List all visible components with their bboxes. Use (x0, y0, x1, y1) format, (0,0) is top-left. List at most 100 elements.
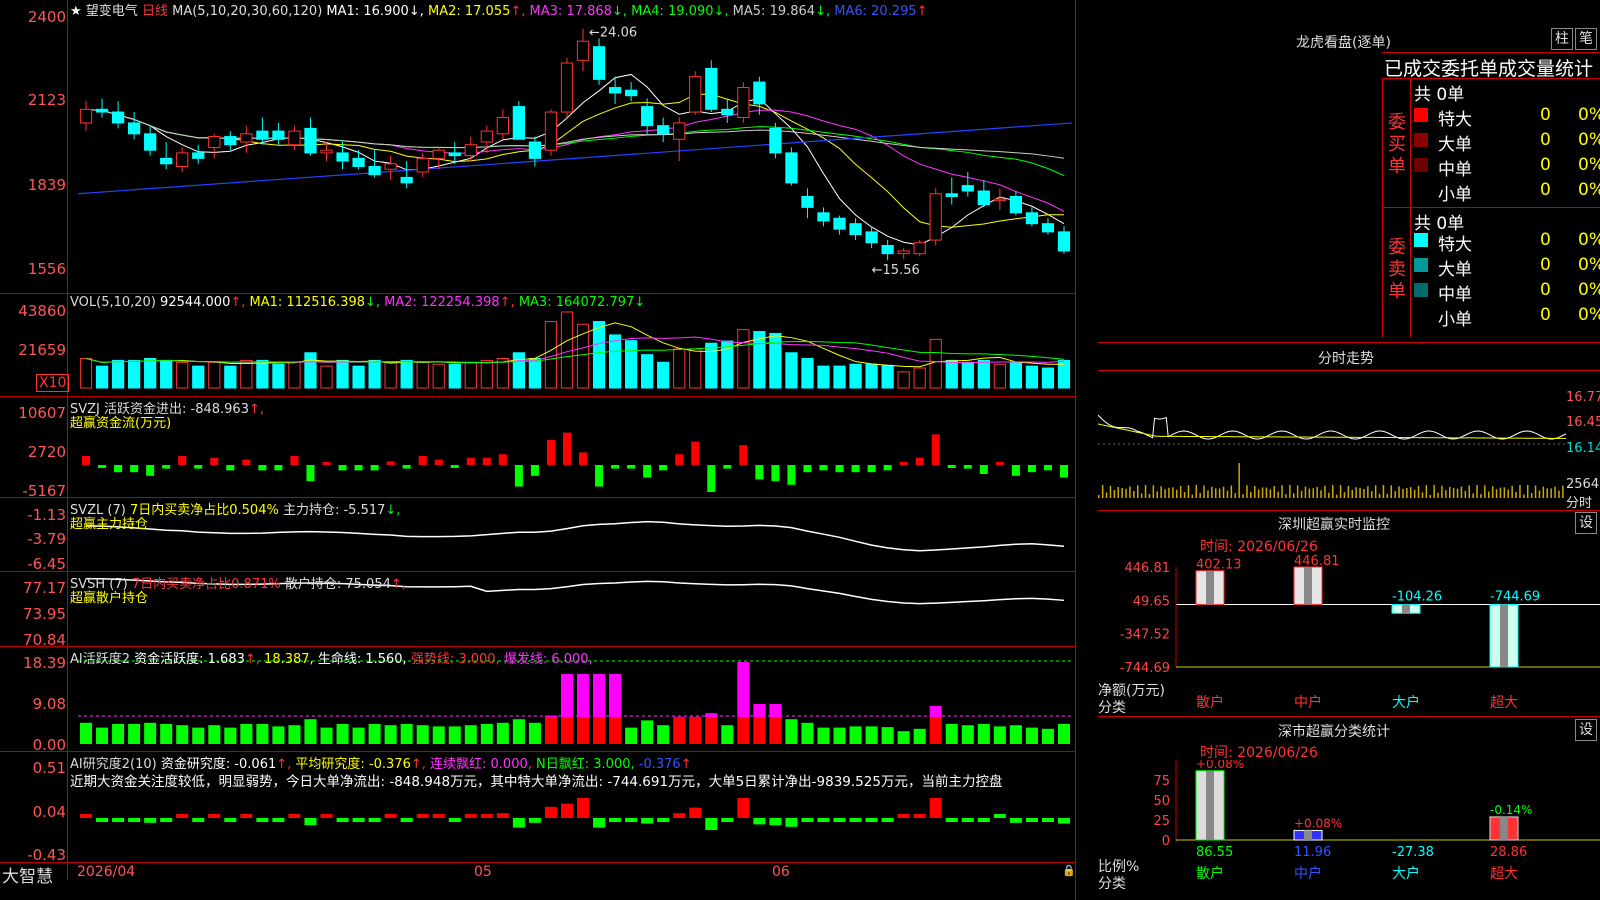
volume-bar (272, 363, 285, 389)
intraday-volume (1242, 494, 1244, 498)
intraday-volume (1402, 488, 1404, 498)
intraday-volume (1343, 492, 1346, 498)
intraday-volume (1105, 492, 1108, 498)
row-name: 小单 (1438, 185, 1472, 205)
candle-body (961, 185, 974, 192)
intraday-volume (1410, 487, 1412, 498)
candle-body (256, 130, 269, 140)
money-flow-bar (643, 465, 652, 478)
ai1-axis-label: 18.39 (23, 654, 66, 672)
candle-body (480, 130, 493, 143)
intraday-volume (1312, 488, 1314, 498)
volume-bar (79, 357, 93, 389)
activity-bar (865, 726, 878, 744)
activity-bar (416, 725, 429, 744)
legend-swatch (1414, 258, 1428, 272)
class-category: 散户 (1196, 865, 1224, 882)
ai2-axis-label: 0.04 (32, 803, 66, 821)
intraday-volume (1527, 485, 1529, 498)
tick-mode-button[interactable]: 笔 (1575, 28, 1597, 50)
money-flow-bar (402, 465, 411, 469)
activity-bar (240, 724, 253, 744)
activity-bar (801, 722, 814, 744)
research-bar (961, 818, 974, 822)
intraday-volume (1449, 486, 1451, 498)
activity-bar (881, 727, 894, 744)
activity-bar (224, 727, 237, 744)
money-flow-bar (995, 462, 1004, 465)
volume-bar (512, 352, 525, 389)
panel-separator (0, 862, 1076, 863)
divider (1382, 78, 1600, 79)
buy-row: 小单 0 0% (1410, 179, 1600, 205)
intraday-volume (1421, 492, 1424, 498)
candle-body (833, 217, 846, 230)
intraday-volume (1519, 485, 1521, 498)
intraday-volume (1172, 487, 1174, 498)
intraday-volume (1390, 485, 1392, 498)
intraday-volume (1398, 486, 1400, 498)
activity-bar (593, 717, 606, 744)
intraday-volume (1117, 487, 1119, 498)
intraday-volume (1433, 485, 1435, 498)
candle-body (432, 149, 445, 159)
intraday-volume (1218, 488, 1221, 498)
candle-body (657, 125, 670, 135)
class-settings-button[interactable]: 设 (1575, 719, 1597, 741)
intraday-volume (1484, 485, 1486, 498)
money-flow-bar (546, 439, 555, 465)
intraday-volume (1382, 485, 1385, 498)
candle-body (801, 195, 814, 208)
bar-mode-button[interactable]: 柱 (1551, 28, 1573, 50)
research-bar (593, 818, 606, 828)
monitor-time: 时间: 2026/06/26 (1200, 539, 1318, 555)
volume-bar (817, 365, 830, 389)
research-bar (977, 818, 990, 822)
intraday-volume (1374, 485, 1377, 498)
monitor-axis-label: 446.81 (1125, 561, 1171, 576)
money-flow-bar (114, 465, 123, 473)
research-bar (448, 818, 461, 822)
research-bar (1057, 818, 1070, 824)
volume-bar (673, 348, 686, 389)
money-flow-bar (1059, 465, 1068, 478)
row-name: 特大 (1438, 110, 1472, 130)
intraday-volume (1437, 492, 1439, 498)
research-bar (673, 813, 686, 818)
intraday-volume (1211, 486, 1213, 498)
volume-bar (256, 359, 269, 389)
lock-icon[interactable]: 🔒 (1062, 864, 1076, 877)
money-flow-bar (787, 465, 796, 485)
intraday-volume (1351, 489, 1353, 498)
research-bar (689, 807, 702, 818)
row-pct: 0% (1578, 130, 1600, 150)
volume-bar (737, 329, 750, 389)
volume-bar (432, 363, 445, 389)
research-bar (560, 803, 573, 818)
intraday-volume (1300, 490, 1303, 498)
intraday-volume (1195, 485, 1197, 498)
candle-body (945, 193, 958, 197)
money-flow-bar (290, 456, 299, 465)
activity-bar (400, 724, 413, 744)
activity-bar (993, 726, 1006, 744)
money-flow-bar (611, 465, 620, 469)
activity-bar (929, 717, 942, 744)
intraday-volume (1234, 493, 1236, 498)
monitor-settings-button[interactable]: 设 (1575, 512, 1597, 534)
candle-body (464, 144, 477, 157)
volume-bar (560, 311, 574, 389)
intraday-volume (1257, 489, 1260, 498)
svzj-subtitle: 超赢资金流(万元) (70, 416, 172, 431)
divider (1098, 510, 1600, 511)
monitor-axis-label: -744.69 (1120, 661, 1170, 676)
candle-body (592, 46, 606, 80)
svzl-axis-label: -6.45 (27, 555, 66, 573)
intraday-volume (1413, 489, 1416, 498)
svsh-axis-label: 77.17 (23, 579, 66, 597)
row-val: 0 (1540, 155, 1551, 175)
activity-bar (609, 717, 622, 744)
candle-body (144, 133, 157, 151)
dragon-subtitle: 已成交委托单成交量统计 (1384, 58, 1594, 80)
intraday-volume (1367, 486, 1369, 498)
